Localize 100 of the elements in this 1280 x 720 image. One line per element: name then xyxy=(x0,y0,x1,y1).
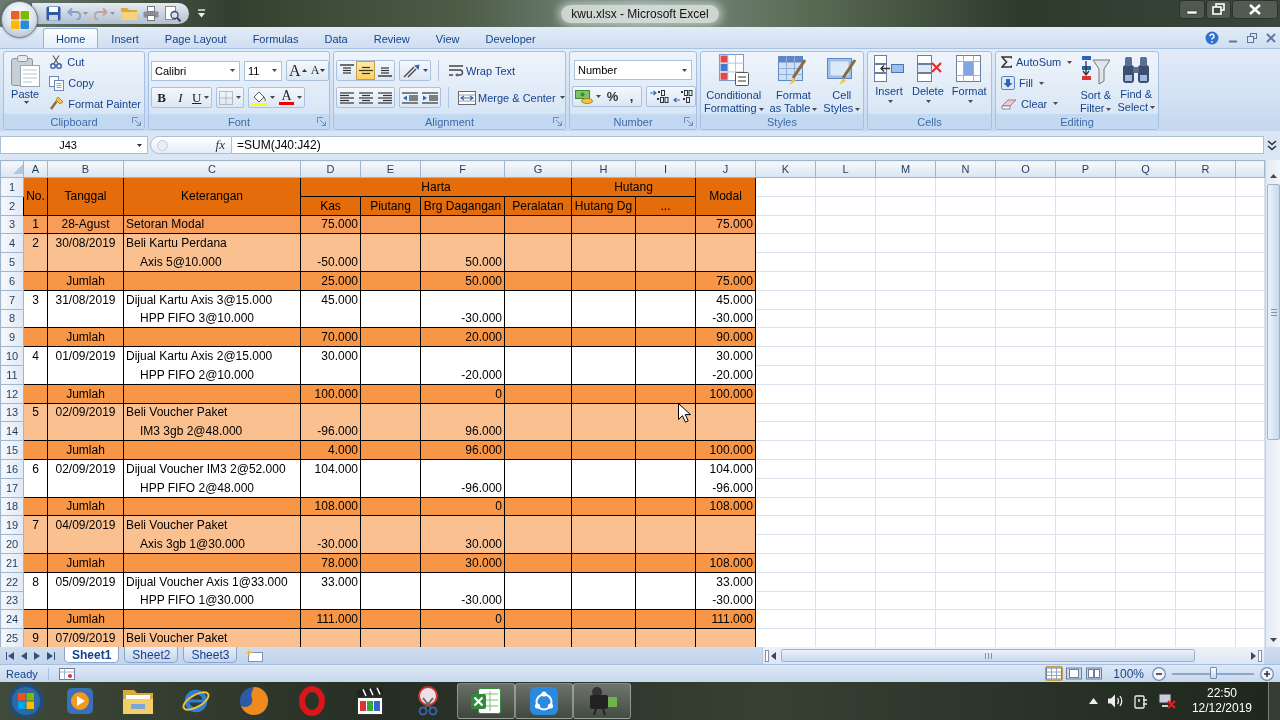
sheet-tab[interactable]: Sheet1 xyxy=(64,647,120,663)
autosum-button[interactable]: AutoSum xyxy=(998,52,1077,73)
zoom-out-icon[interactable] xyxy=(1152,666,1166,681)
column-header[interactable]: H xyxy=(571,160,636,178)
wrap-text-button[interactable]: Wrap Text xyxy=(446,60,518,81)
bold-button[interactable]: B xyxy=(152,88,171,107)
share-icon[interactable] xyxy=(529,686,559,716)
scrollbar-thumb[interactable] xyxy=(1267,184,1280,440)
ribbon-tab[interactable]: Home xyxy=(43,28,99,48)
ribbon-tab[interactable]: Developer xyxy=(472,28,549,48)
shrink-font-button[interactable]: A xyxy=(308,61,328,80)
column-header[interactable]: O xyxy=(995,160,1056,178)
taskbar-button[interactable] xyxy=(573,683,631,719)
percent-button[interactable]: % xyxy=(603,87,622,106)
clapperboard-icon[interactable] xyxy=(355,686,385,716)
column-header[interactable]: F xyxy=(420,160,505,178)
format-button[interactable]: Format xyxy=(947,52,991,114)
column-header[interactable]: R xyxy=(1175,160,1236,178)
network-error-icon[interactable] xyxy=(1157,693,1176,709)
ring-icon[interactable] xyxy=(299,686,325,716)
customize-icon[interactable] xyxy=(197,9,206,18)
number-format-dropdown[interactable]: Number xyxy=(574,60,692,80)
macro-record-icon[interactable] xyxy=(58,667,75,680)
speaker-icon[interactable] xyxy=(1107,694,1124,708)
comma-button[interactable]: , xyxy=(622,87,641,106)
show-desktop-button[interactable] xyxy=(1268,682,1280,720)
grow-font-button[interactable]: A xyxy=(287,61,309,80)
sheet-tab[interactable]: Sheet2 xyxy=(124,647,179,663)
previous-sheet-icon[interactable] xyxy=(20,651,27,660)
minimize-icon[interactable] xyxy=(1179,0,1205,19)
column-header[interactable]: Q xyxy=(1115,160,1176,178)
page-layout-icon[interactable] xyxy=(1065,666,1084,681)
print-preview-icon[interactable] xyxy=(165,5,181,22)
column-header[interactable]: C xyxy=(123,160,301,178)
scroll-left-icon[interactable] xyxy=(771,651,776,660)
play-icon[interactable] xyxy=(66,687,94,715)
first-sheet-icon[interactable] xyxy=(5,651,14,660)
scrollbar-thumb[interactable] xyxy=(781,649,1195,662)
paste-button[interactable]: Paste xyxy=(4,52,47,114)
ribbon-tab[interactable]: Page Layout xyxy=(151,28,240,48)
ribbon-tab[interactable]: Review xyxy=(360,28,423,48)
column-header[interactable]: P xyxy=(1055,160,1116,178)
delete-button[interactable]: Delete xyxy=(908,52,948,114)
column-header[interactable]: D xyxy=(300,160,361,178)
column-header[interactable]: A xyxy=(23,160,48,178)
column-header[interactable]: L xyxy=(815,160,876,178)
power-plug-icon[interactable] xyxy=(1133,693,1148,709)
insert-button[interactable]: Insert xyxy=(870,52,908,114)
zoom-in-icon[interactable] xyxy=(1260,666,1274,681)
start-orb-icon[interactable] xyxy=(7,683,44,719)
cut-button[interactable]: Cut xyxy=(46,52,144,73)
decrease-decimal-button[interactable] xyxy=(671,87,695,106)
scroll-down-icon[interactable] xyxy=(1270,637,1277,642)
close-icon[interactable] xyxy=(1232,0,1278,19)
clear-button[interactable]: Clear xyxy=(998,93,1077,114)
split-handle-icon[interactable] xyxy=(765,649,769,662)
column-header[interactable]: E xyxy=(360,160,421,178)
conditional-formatting-button[interactable]: Conditional Formatting xyxy=(701,52,767,114)
ribbon-tab[interactable]: Formulas xyxy=(239,28,312,48)
taskbar-button[interactable] xyxy=(457,683,515,719)
restore-icon[interactable] xyxy=(1206,0,1231,19)
format-painter-button[interactable]: Format Painter xyxy=(46,93,144,114)
merge-center-button[interactable]: Merge & Center xyxy=(456,87,567,108)
ribbon-tab[interactable]: Insert xyxy=(98,28,152,48)
ribbon-tab[interactable]: Data xyxy=(311,28,361,48)
ribbon-tab[interactable]: View xyxy=(422,28,473,48)
scroll-right-icon[interactable] xyxy=(1251,651,1256,660)
zoom-level[interactable]: 100% xyxy=(1113,666,1144,681)
printer-icon[interactable] xyxy=(143,6,159,21)
name-box[interactable]: J43 xyxy=(0,136,148,154)
sort-filter-button[interactable]: Sort & Filter xyxy=(1076,52,1115,114)
expand-icon[interactable] xyxy=(1267,139,1277,151)
increase-decimal-button[interactable] xyxy=(647,87,671,106)
last-sheet-icon[interactable] xyxy=(46,651,55,660)
fill-button[interactable]: Fill xyxy=(998,72,1077,94)
column-header[interactable]: J xyxy=(695,160,756,178)
copy-button[interactable]: Copy xyxy=(46,72,144,94)
scroll-up-icon[interactable] xyxy=(1270,173,1277,178)
font-name-dropdown[interactable]: Calibri xyxy=(151,60,240,81)
split-handle-icon[interactable] xyxy=(1258,649,1262,662)
column-header[interactable]: I xyxy=(635,160,696,178)
insert-function-button[interactable]: fx xyxy=(215,137,225,153)
column-header[interactable]: K xyxy=(755,160,816,178)
insert-sheet-icon[interactable] xyxy=(245,649,264,662)
align-middle-button[interactable] xyxy=(356,61,375,80)
show-hidden-icon[interactable] xyxy=(1088,698,1098,704)
currency-button[interactable] xyxy=(573,87,603,106)
taskbar-button[interactable] xyxy=(515,683,573,719)
normal-view-icon[interactable] xyxy=(1045,666,1064,681)
slider-thumb[interactable] xyxy=(1210,666,1217,679)
help-icon[interactable] xyxy=(1205,30,1219,45)
font-size-dropdown[interactable]: 11 xyxy=(244,60,282,81)
formula-field[interactable]: =SUM(J40:J42) xyxy=(232,136,1264,154)
sheet-tab[interactable]: Sheet3 xyxy=(183,647,238,663)
cell-styles-button[interactable]: Cell Styles xyxy=(820,52,864,114)
page-break-icon[interactable] xyxy=(1085,666,1104,681)
underline-button[interactable]: U xyxy=(190,88,212,107)
format-as-table-button[interactable]: Format as Table xyxy=(766,52,821,114)
find-select-button[interactable]: Find & Select xyxy=(1114,52,1158,114)
italic-button[interactable]: I xyxy=(171,88,190,107)
